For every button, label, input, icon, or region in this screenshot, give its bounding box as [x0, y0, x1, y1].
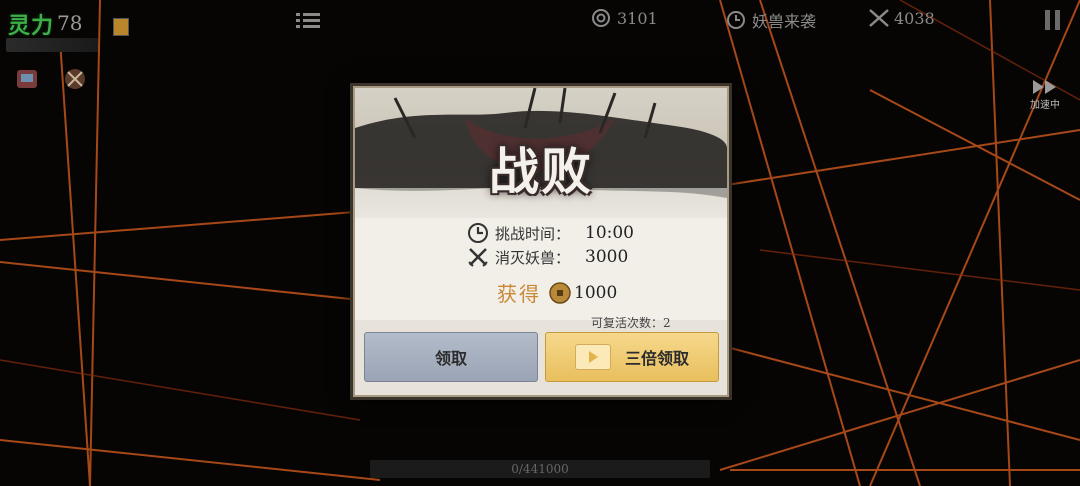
kill-label: 消灭妖兽： — [495, 248, 571, 267]
coin-counter: 3101 — [591, 8, 658, 28]
time-label: 挑战时间： — [495, 224, 571, 243]
reward-value: 1000 — [574, 282, 618, 303]
coin-count: 3101 — [617, 8, 658, 28]
item-slot-icon[interactable] — [113, 18, 129, 36]
hp-value: 78 — [57, 11, 83, 35]
wave-label: 妖兽来袭 — [752, 12, 817, 31]
revive-count: 可复活次数：2 — [591, 316, 671, 330]
defeat-banner: 战败 — [355, 88, 727, 218]
clock-icon — [468, 223, 488, 243]
kill-counter: 4038 — [868, 8, 935, 28]
wave-status: 妖兽来袭 — [726, 8, 816, 32]
defeat-title: 战败 — [489, 142, 593, 201]
kill-count-row: 消灭妖兽： 3000 — [467, 246, 628, 268]
battle-stats: 挑战时间： 10:00 消灭妖兽： 3000 获得 1000 — [355, 220, 727, 316]
menu-icon[interactable] — [296, 12, 320, 34]
triple-claim-label: 三倍领取 — [624, 349, 689, 368]
kill-value: 3000 — [585, 247, 629, 267]
speed-up-button[interactable]: 加速中 — [1030, 78, 1060, 111]
claim-button[interactable]: 领取 — [364, 332, 538, 382]
reward-label: 获得 — [497, 282, 541, 306]
defeat-dialog: 战败 挑战时间： 10:00 消灭妖兽： 3000 获得 1000 领取 三倍领… — [353, 86, 729, 397]
clock-icon — [727, 11, 745, 29]
progress-text: 0/441000 — [511, 462, 569, 476]
reward-row: 获得 1000 — [497, 278, 617, 307]
coin-stat-icon — [592, 9, 610, 27]
claim-label: 领取 — [434, 349, 467, 368]
challenge-time-row: 挑战时间： 10:00 — [467, 222, 634, 244]
triple-claim-button[interactable]: 三倍领取 — [545, 332, 719, 382]
kill-count: 4038 — [894, 8, 935, 28]
pause-icon — [1045, 10, 1060, 30]
crossed-swords-icon — [869, 9, 889, 27]
hp-bar — [6, 38, 98, 52]
skill-icon-1[interactable] — [14, 66, 40, 92]
crossed-swords-icon — [468, 248, 488, 267]
play-icon — [574, 344, 611, 370]
time-value: 10:00 — [585, 223, 634, 243]
skill-icon-2[interactable] — [62, 66, 88, 92]
dialog-footer: 领取 三倍领取 — [355, 320, 727, 395]
pause-button[interactable] — [1042, 8, 1064, 36]
fast-forward-icon — [1033, 80, 1056, 94]
progress-bar: 0/441000 — [370, 460, 710, 478]
coin-icon — [549, 281, 571, 304]
hp-label: 灵力 — [8, 13, 55, 39]
speed-label: 加速中 — [1030, 100, 1060, 111]
